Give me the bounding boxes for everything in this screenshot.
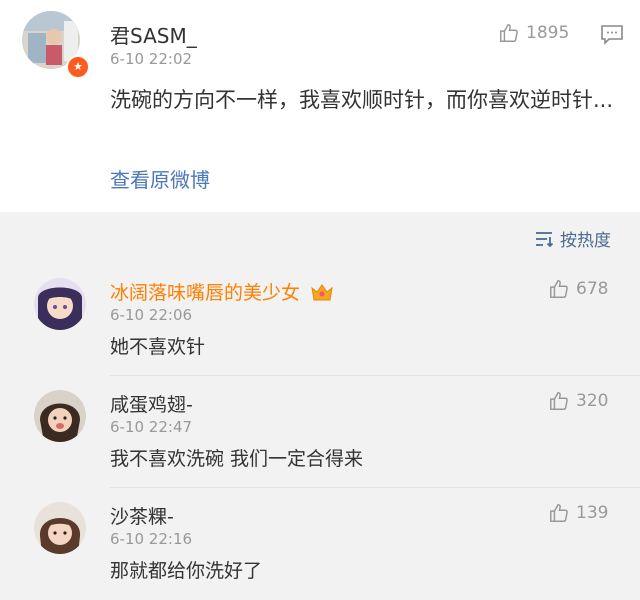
- comment-item: 沙茶粿- 6-10 22:16 139 那就都给你洗好了: [0, 488, 640, 600]
- comment-icon: [601, 25, 623, 45]
- comment-avatar[interactable]: [34, 390, 86, 442]
- thumbs-up-icon: [500, 24, 518, 42]
- comment-time: 6-10 22:06: [110, 306, 193, 324]
- comment-author-name[interactable]: 咸蛋鸡翅-: [110, 390, 193, 417]
- verified-icon: ★: [66, 55, 90, 79]
- comment-text: 我不喜欢洗碗 我们一定合得来: [110, 448, 364, 470]
- comment-like-count: 320: [576, 391, 609, 411]
- post-like-count: 1895: [526, 23, 570, 43]
- comment-avatar[interactable]: [34, 278, 86, 330]
- sort-icon: [536, 231, 554, 247]
- comment-time: 6-10 22:47: [110, 418, 193, 436]
- post-time: 6-10 22:02: [110, 50, 193, 68]
- sort-label: 按热度: [560, 231, 611, 251]
- sort-by-hot-button[interactable]: 按热度: [534, 226, 611, 251]
- comment-like-count: 678: [576, 279, 609, 299]
- comment-like-button[interactable]: 320: [548, 390, 608, 412]
- thumbs-up-icon: [550, 504, 568, 522]
- thumbs-up-icon: [550, 280, 568, 298]
- comment-text: 那就都给你洗好了: [110, 560, 263, 582]
- comment-button[interactable]: [600, 24, 624, 50]
- comment-avatar[interactable]: [34, 502, 86, 554]
- comment-time: 6-10 22:16: [110, 530, 193, 548]
- post-like-button[interactable]: 1895: [498, 22, 569, 44]
- comment-author-name[interactable]: 沙茶粿-: [110, 502, 174, 529]
- post-author-name[interactable]: 君SASM_: [110, 20, 197, 49]
- comment-text: 她不喜欢针: [110, 336, 206, 358]
- thumbs-up-icon: [550, 392, 568, 410]
- comment-item: 冰阔落味嘴唇的美少女 6-10 22:06 678 她不喜欢针: [0, 264, 640, 376]
- comment-author-text: 冰阔落味嘴唇的美少女: [110, 282, 301, 304]
- view-original-link[interactable]: 查看原微博: [110, 164, 210, 193]
- comment-like-button[interactable]: 139: [548, 502, 608, 524]
- comment-like-button[interactable]: 678: [548, 278, 608, 300]
- comment-like-count: 139: [576, 503, 609, 523]
- crown-icon: [311, 284, 333, 301]
- original-post: ★ 君SASM_ 6-10 22:02 1895 洗碗的方向不一样，我喜欢顺时针…: [0, 0, 640, 212]
- comment-item: 咸蛋鸡翅- 6-10 22:47 320 我不喜欢洗碗 我们一定合得来: [0, 376, 640, 488]
- comment-author-name[interactable]: 冰阔落味嘴唇的美少女: [110, 278, 334, 305]
- post-content: 洗碗的方向不一样，我喜欢顺时针，而你喜欢逆时针...: [110, 88, 614, 112]
